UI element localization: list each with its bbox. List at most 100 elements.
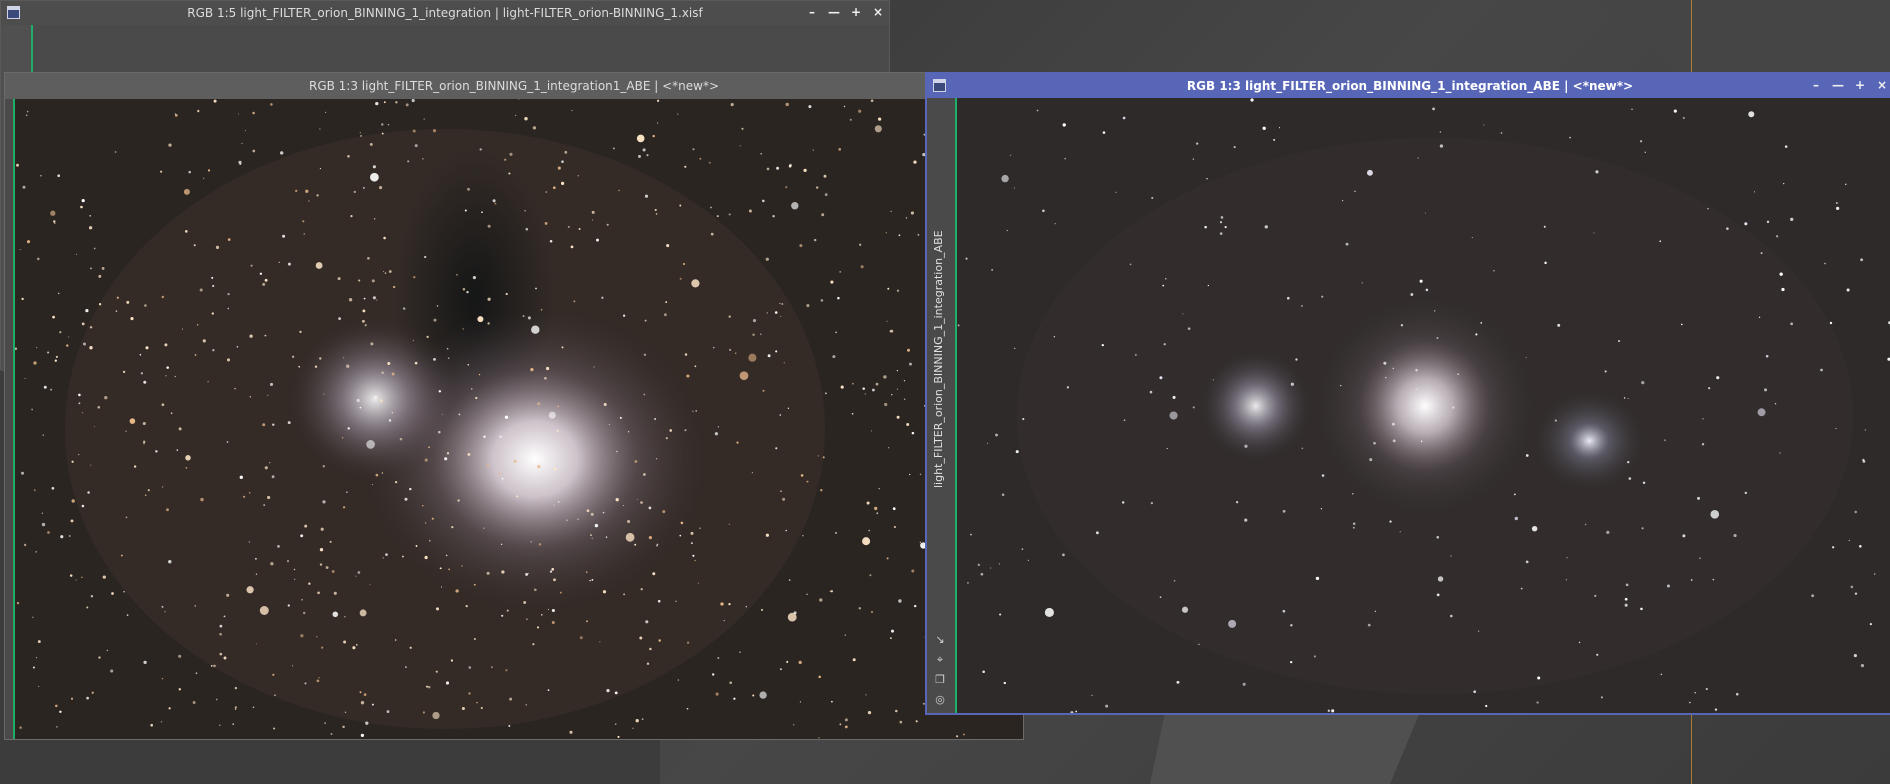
nebula-image[interactable]	[15, 99, 1023, 739]
star	[385, 553, 388, 556]
star	[889, 330, 892, 333]
star	[525, 704, 527, 706]
star	[181, 328, 184, 330]
star	[1531, 525, 1538, 532]
star	[545, 191, 548, 193]
star	[53, 222, 56, 224]
star	[282, 234, 286, 238]
star	[1021, 548, 1024, 551]
star	[252, 706, 255, 709]
image-view[interactable]	[957, 98, 1890, 713]
star	[37, 640, 41, 644]
star	[652, 134, 655, 138]
maximize-button[interactable]: +	[1853, 77, 1867, 93]
view-tools: ↘ ⌖ ❐ ◎	[933, 633, 947, 707]
star	[891, 394, 893, 396]
star	[522, 315, 525, 318]
window-menu-icon[interactable]	[933, 79, 946, 92]
star	[682, 262, 685, 266]
window-menu-icon[interactable]	[7, 6, 20, 19]
star	[1659, 240, 1662, 243]
star	[1764, 388, 1768, 392]
star	[553, 578, 556, 582]
star	[81, 199, 85, 203]
star	[35, 656, 38, 659]
star	[785, 529, 787, 532]
clone-view-icon[interactable]: ❐	[933, 673, 947, 687]
star	[254, 557, 257, 560]
view-tab-strip[interactable]: light_FILTER_orion_BINNING_1_integration…	[927, 98, 957, 713]
view-identifier-tab[interactable]: light_FILTER_orion_BINNING_1_integration…	[932, 108, 945, 488]
star	[360, 733, 365, 738]
window-titlebar[interactable]: RGB 1:3 light_FILTER_orion_BINNING_1_int…	[5, 73, 1023, 99]
star	[409, 487, 412, 491]
star	[605, 536, 608, 538]
star	[1623, 397, 1626, 399]
star	[679, 277, 682, 280]
star	[1134, 353, 1137, 356]
star	[896, 369, 899, 372]
star	[88, 226, 93, 230]
star	[957, 324, 960, 327]
star	[236, 345, 239, 348]
star	[699, 527, 701, 529]
star	[1244, 518, 1248, 522]
star	[1410, 293, 1414, 296]
minimize-button[interactable]: –	[1809, 77, 1823, 93]
star	[893, 525, 897, 529]
minimize-button[interactable]: –	[805, 4, 819, 20]
star	[1694, 692, 1696, 694]
star	[376, 299, 378, 301]
star	[363, 693, 367, 696]
close-button[interactable]: ×	[871, 4, 885, 20]
star	[1624, 603, 1628, 607]
star	[362, 309, 366, 313]
star	[1641, 527, 1644, 530]
star	[781, 302, 784, 306]
star	[745, 606, 747, 608]
settings-icon[interactable]: ◎	[933, 693, 947, 707]
star	[501, 570, 505, 574]
star	[567, 225, 570, 228]
star	[249, 334, 253, 338]
star	[527, 572, 529, 574]
star	[1475, 333, 1478, 336]
star	[402, 307, 406, 310]
star	[1536, 701, 1539, 704]
star	[525, 227, 529, 231]
star	[1493, 270, 1495, 272]
star	[779, 302, 781, 305]
star	[1835, 201, 1838, 205]
window-titlebar[interactable]: RGB 1:5 light_FILTER_orion_BINNING_1_int…	[1, 1, 889, 25]
star	[505, 292, 508, 296]
star	[844, 634, 847, 636]
star	[677, 679, 680, 681]
star	[1181, 606, 1189, 613]
star	[890, 210, 892, 213]
star	[239, 475, 243, 479]
window-titlebar[interactable]: RGB 1:3 light_FILTER_orion_BINNING_1_int…	[927, 74, 1890, 98]
shade-button[interactable]: —	[827, 4, 841, 20]
star	[483, 527, 485, 529]
star	[1733, 533, 1737, 538]
star	[304, 682, 307, 685]
star	[423, 118, 425, 120]
image-window-integration1-abe[interactable]: RGB 1:3 light_FILTER_orion_BINNING_1_int…	[4, 72, 1024, 740]
star	[80, 205, 83, 209]
zoom-in-icon[interactable]: ↘	[933, 633, 947, 647]
image-window-integration-abe[interactable]: RGB 1:3 light_FILTER_orion_BINNING_1_int…	[925, 72, 1890, 715]
nebula-image[interactable]	[957, 98, 1890, 713]
star	[264, 334, 267, 337]
image-view[interactable]	[15, 99, 1023, 739]
star	[874, 125, 882, 133]
star	[643, 353, 647, 357]
star	[965, 257, 968, 260]
view-tab-strip[interactable]	[5, 99, 15, 739]
star	[386, 710, 390, 714]
maximize-button[interactable]: +	[849, 4, 863, 20]
star	[395, 101, 398, 104]
shade-button[interactable]: —	[1831, 77, 1845, 93]
star	[896, 388, 898, 390]
close-button[interactable]: ×	[1875, 77, 1889, 93]
fit-view-icon[interactable]: ⌖	[933, 653, 947, 667]
